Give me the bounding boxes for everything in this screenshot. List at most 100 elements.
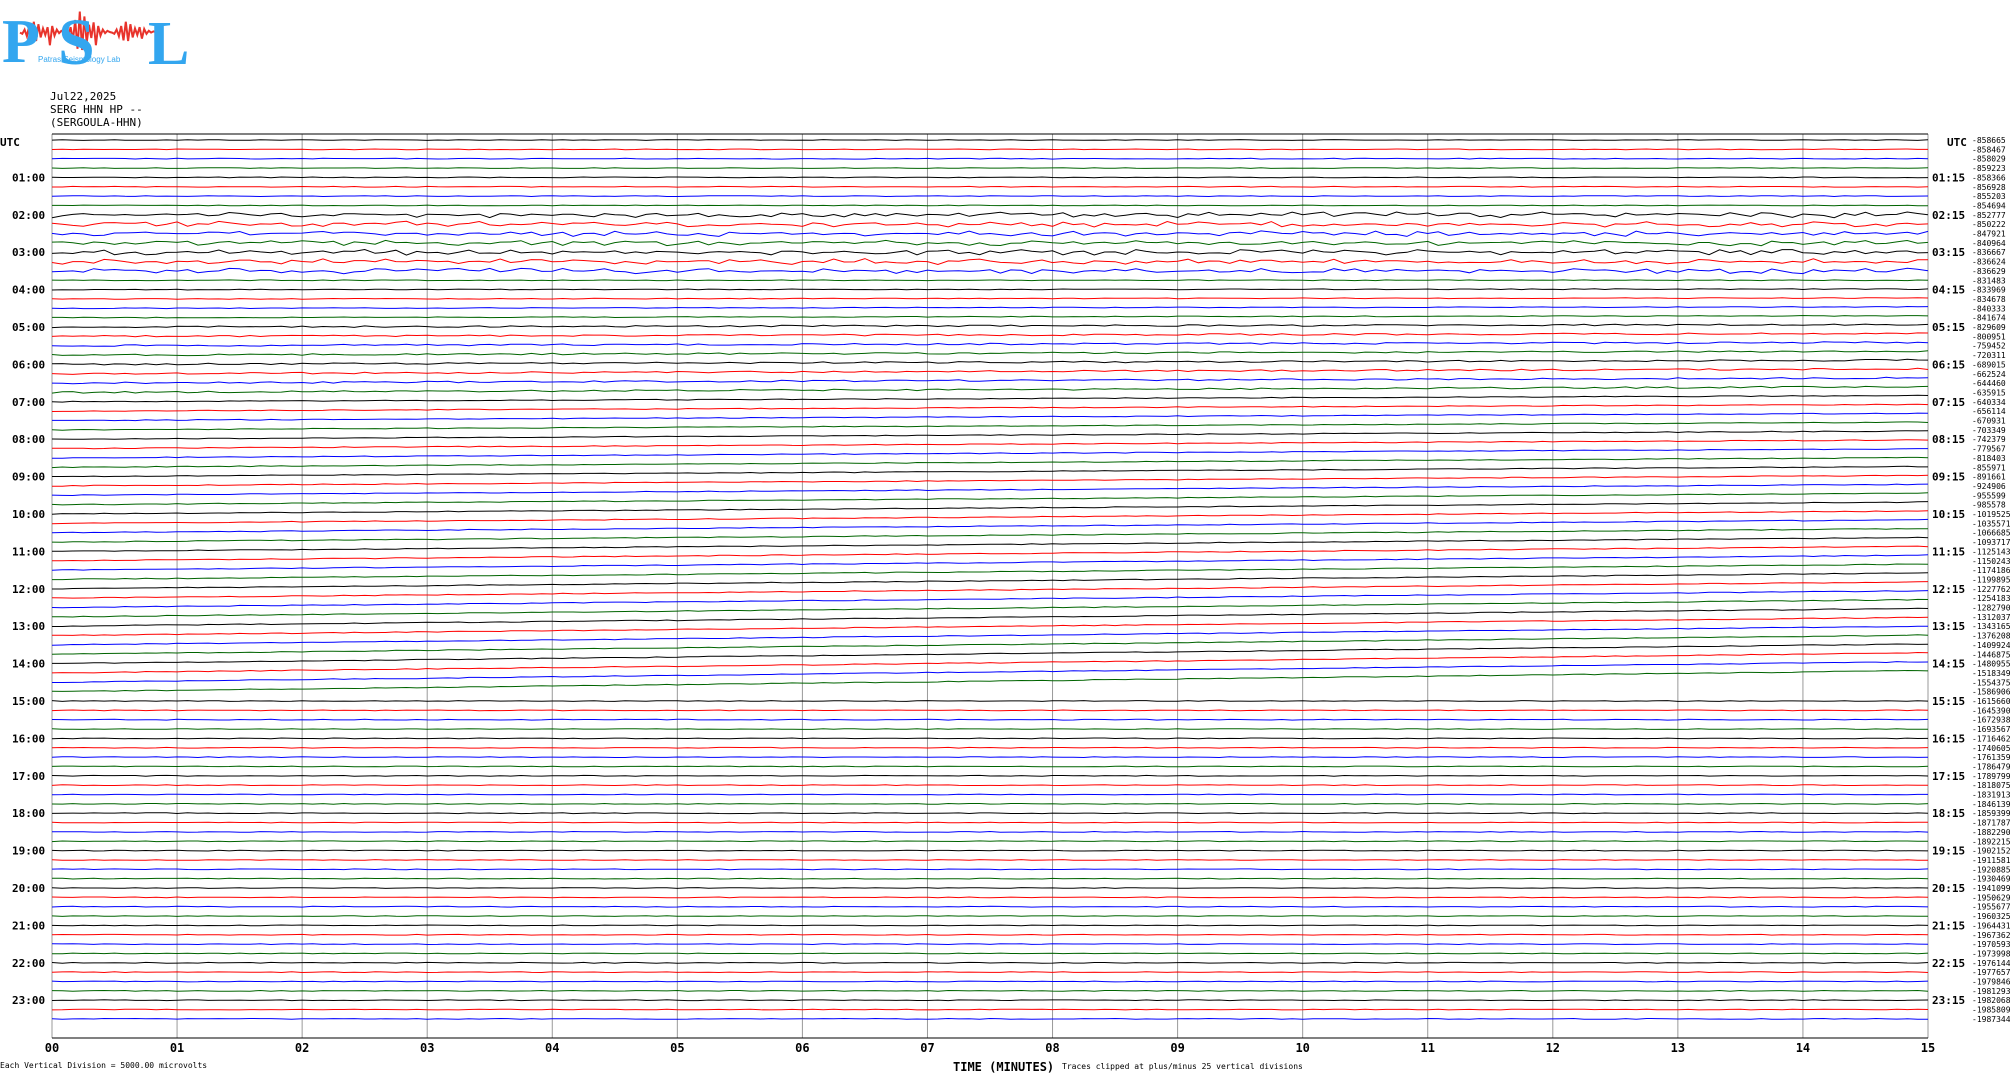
left-hour-label: 09:00	[12, 471, 45, 484]
seismic-trace	[51, 267, 1929, 275]
vertical-division-note: Each Vertical Division = 5000.00 microvo…	[0, 1061, 208, 1070]
seismic-trace	[51, 157, 1929, 160]
trace-offset-label: -858029	[1972, 155, 2006, 164]
trace-offset-label: -1786479	[1972, 762, 2010, 771]
seismic-trace	[51, 176, 1929, 179]
left-hour-label: 16:00	[12, 732, 45, 745]
seismic-trace	[51, 230, 1929, 237]
trace-offset-label: -859223	[1972, 164, 2006, 173]
trace-offset-label: -635915	[1972, 388, 2006, 397]
seismic-trace	[51, 220, 1929, 228]
x-tick-label: 13	[1671, 1041, 1685, 1055]
trace-offset-label: -834678	[1972, 295, 2006, 304]
seismic-trace	[51, 971, 1929, 974]
seismic-trace	[51, 421, 1929, 431]
trace-offset-label: -831483	[1972, 276, 2006, 285]
x-tick-label: 04	[545, 1041, 559, 1055]
trace-offset-label: -1066685	[1972, 529, 2010, 538]
clipping-note: Traces clipped at plus/minus 25 vertical…	[1062, 1062, 1303, 1071]
seismic-trace	[51, 943, 1929, 946]
seismic-trace	[51, 728, 1929, 730]
left-hour-label: 17:00	[12, 770, 45, 783]
right-hour-label: 09:15	[1932, 471, 1965, 484]
trace-offset-label: -662524	[1972, 370, 2006, 379]
trace-offset-label: -640334	[1972, 398, 2006, 407]
trace-offset-label: -1093717	[1972, 538, 2010, 547]
left-hour-label: 13:00	[12, 620, 45, 633]
seismic-trace	[51, 474, 1929, 487]
trace-offset-label: -1227762	[1972, 585, 2010, 594]
right-hour-label: 08:15	[1932, 433, 1965, 446]
seismic-trace	[51, 297, 1929, 300]
helicorder-plot: 00 01 02 03 04 05 06 07 08 09 10 11 12 13 14 15 UTC UTC 01…	[0, 133, 2010, 1055]
left-hour-label: 02:00	[12, 209, 45, 222]
trace-offset-label: -1446875	[1972, 650, 2010, 659]
seismic-trace	[51, 999, 1929, 1002]
trace-offset-label: -1693567	[1972, 725, 2010, 734]
seismic-trace	[51, 774, 1929, 777]
seismic-trace	[51, 341, 1929, 347]
seismic-trace	[51, 700, 1929, 702]
trace-offset-label: -840333	[1972, 304, 2006, 313]
seismic-trace	[51, 358, 1929, 366]
seismic-trace	[51, 492, 1929, 506]
seismic-trace	[51, 756, 1929, 759]
seismic-trace	[51, 802, 1929, 805]
trace-offset-label: -1035571	[1972, 519, 2010, 528]
trace-offset-label: -1376208	[1972, 632, 2010, 641]
seismic-trace	[51, 821, 1929, 824]
trace-offset-label: -1981293	[1972, 987, 2010, 996]
x-tick-label: 15	[1921, 1041, 1935, 1055]
trace-offset-label: -924906	[1972, 482, 2006, 491]
trace-offset-label: -1818075	[1972, 781, 2010, 790]
right-hour-label: 22:15	[1932, 957, 1965, 970]
right-hour-label: 18:15	[1932, 807, 1965, 820]
trace-offset-label: -1312037	[1972, 613, 2010, 622]
right-hour-label: 12:15	[1932, 583, 1965, 596]
seismic-trace	[51, 980, 1929, 983]
seismic-trace	[52, 204, 1929, 207]
x-tick-label: 06	[795, 1041, 809, 1055]
seismic-trace	[51, 718, 1929, 721]
trace-offset-label: -1831913	[1972, 791, 2010, 800]
seismic-trace	[51, 868, 1929, 871]
left-hour-label: 23:00	[12, 994, 45, 1007]
trace-offset-label: -1941099	[1972, 884, 2010, 893]
trace-offset-label: -1125143	[1972, 547, 2010, 556]
right-hour-label: 02:15	[1932, 209, 1965, 222]
seismic-trace	[51, 305, 1929, 310]
seismic-trace	[51, 385, 1929, 394]
seismic-trace	[51, 483, 1929, 497]
trace-offset-label: -1871787	[1972, 819, 2010, 828]
seismic-traces	[51, 139, 1929, 1020]
trace-offset-label: -644460	[1972, 379, 2006, 388]
seismic-trace	[51, 915, 1928, 917]
trace-offset-label: -1672938	[1972, 716, 2010, 725]
trace-offset-label: -1740605	[1972, 744, 2010, 753]
trace-offset-label: -836624	[1972, 258, 2006, 267]
trace-offset-label: -1343165	[1972, 622, 2010, 631]
seismic-trace	[51, 456, 1929, 469]
seismic-trace	[51, 403, 1929, 412]
trace-offset-label: -1716462	[1972, 734, 2010, 743]
trace-offset-label: -1902152	[1972, 847, 2010, 856]
left-hour-label: 01:00	[12, 171, 45, 184]
seismic-trace	[51, 746, 1929, 749]
trace-offset-label: -1150243	[1972, 557, 2010, 566]
seismic-trace	[51, 905, 1929, 908]
seismic-trace	[51, 616, 1929, 636]
right-hour-label: 23:15	[1932, 994, 1965, 1007]
seismic-trace	[51, 288, 1929, 291]
seismic-trace	[51, 651, 1929, 674]
left-hour-label: 06:00	[12, 358, 45, 371]
right-hour-label: 13:15	[1932, 620, 1965, 633]
seismic-trace	[52, 661, 1929, 683]
trace-offset-label: -858366	[1972, 173, 2006, 182]
trace-offset-label: -1920885	[1972, 865, 2010, 874]
left-hour-label: 12:00	[12, 583, 45, 596]
trace-offset-label: -840964	[1972, 239, 2006, 248]
left-hour-label: 07:00	[12, 396, 45, 409]
trace-offset-label: -852777	[1972, 211, 2006, 220]
right-hour-label: 07:15	[1932, 396, 1965, 409]
seismic-trace	[51, 350, 1929, 357]
